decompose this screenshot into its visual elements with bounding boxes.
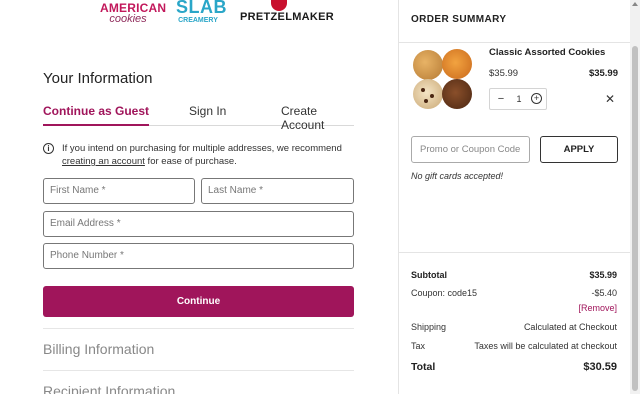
tab-create-account[interactable]: Create Account <box>281 104 354 132</box>
continue-button[interactable]: Continue <box>43 286 354 317</box>
american-cookies-logo: AMERICAN cookies <box>100 0 166 28</box>
divider <box>399 252 631 253</box>
quantity-stepper: − 1 + <box>489 88 547 110</box>
apply-button[interactable]: APPLY <box>540 136 618 163</box>
slab-logo-line1: SLAB <box>176 0 227 17</box>
brand-logos: AMERICAN cookies SLAB CREAMERY PRETZELMA… <box>100 0 335 30</box>
remove-coupon-link[interactable]: [Remove] <box>578 303 617 313</box>
cookie-image <box>442 49 472 79</box>
pretzel-icon <box>271 0 287 11</box>
product-image <box>411 48 473 110</box>
phone-field[interactable]: Phone Number * <box>43 243 354 269</box>
chip-mark <box>430 94 434 98</box>
multiple-address-notice: i If you intend on purchasing for multip… <box>43 142 354 168</box>
total-value: $30.59 <box>583 361 617 373</box>
cookie-image <box>413 79 443 109</box>
order-summary-panel: ORDER SUMMARY Classic Assorted Cookies $… <box>398 0 631 394</box>
total-row: Total $30.59 <box>411 361 617 375</box>
cookie-image <box>442 79 472 109</box>
create-account-link[interactable]: creating an account <box>62 156 145 167</box>
aac-logo-line2: cookies <box>109 13 147 25</box>
notice-text-tail: for ease of purchase. <box>144 156 237 167</box>
last-name-field[interactable]: Last Name * <box>201 178 354 204</box>
shipping-value: Calculated at Checkout <box>523 322 617 332</box>
notice-text-main: If you intend on purchasing for multiple… <box>62 143 342 154</box>
slab-logo-line2: CREAMERY <box>178 17 218 24</box>
slab-creamery-logo: SLAB CREAMERY <box>176 0 227 24</box>
tax-label: Tax <box>411 341 426 351</box>
info-icon: i <box>43 143 54 154</box>
chip-mark <box>421 88 425 92</box>
product-line-total: $35.99 <box>588 68 618 79</box>
order-summary-heading: ORDER SUMMARY <box>411 14 507 25</box>
quantity-value[interactable]: 1 <box>510 89 528 109</box>
pretzelmaker-logo-text: PRETZELMAKER <box>240 11 335 23</box>
email-field[interactable]: Email Address * <box>43 211 354 237</box>
subtotal-value: $35.99 <box>589 270 617 280</box>
shipping-row: Shipping Calculated at Checkout <box>411 322 617 336</box>
shipping-label: Shipping <box>411 322 447 332</box>
coupon-row: Coupon: code15 -$5.40 <box>411 288 617 302</box>
page-scrollbar[interactable] <box>630 0 640 394</box>
tax-value: Taxes will be calculated at checkout <box>474 341 617 351</box>
coupon-remove-row: [Remove] <box>411 303 617 317</box>
remove-item-icon[interactable]: ✕ <box>605 92 615 106</box>
scrollbar-thumb[interactable] <box>632 46 638 391</box>
divider <box>399 42 631 43</box>
gift-card-note: No gift cards accepted! <box>411 171 504 181</box>
pretzelmaker-logo: PRETZELMAKER <box>240 0 335 23</box>
subtotal-label: Subtotal <box>411 270 447 280</box>
coupon-label: Coupon: code15 <box>411 288 478 298</box>
subtotal-row: Subtotal $35.99 <box>411 270 617 284</box>
billing-information-section[interactable]: Billing Information <box>43 328 354 370</box>
decrease-quantity-button[interactable]: − <box>494 89 508 109</box>
account-tabs: Continue as Guest Sign In Create Account <box>43 104 354 132</box>
chip-mark <box>424 99 428 103</box>
recipient-information-section[interactable]: Recipient Information <box>43 370 354 394</box>
your-information-heading: Your Information <box>43 70 153 87</box>
checkout-form-panel: AMERICAN cookies SLAB CREAMERY PRETZELMA… <box>0 0 398 394</box>
total-label: Total <box>411 361 436 373</box>
scroll-up-icon[interactable] <box>632 2 638 6</box>
product-name: Classic Assorted Cookies <box>489 47 606 58</box>
first-name-field[interactable]: First Name * <box>43 178 195 204</box>
coupon-value: -$5.40 <box>591 288 617 298</box>
product-unit-price: $35.99 <box>489 68 519 79</box>
tax-row: Tax Taxes will be calculated at checkout <box>411 341 617 355</box>
tab-sign-in[interactable]: Sign In <box>189 104 226 126</box>
notice-text: If you intend on purchasing for multiple… <box>43 142 354 168</box>
tab-continue-as-guest[interactable]: Continue as Guest <box>43 104 150 126</box>
increase-quantity-button[interactable]: + <box>531 93 542 104</box>
cookie-image <box>413 50 443 80</box>
promo-code-input[interactable]: Promo or Coupon Code <box>411 136 530 163</box>
